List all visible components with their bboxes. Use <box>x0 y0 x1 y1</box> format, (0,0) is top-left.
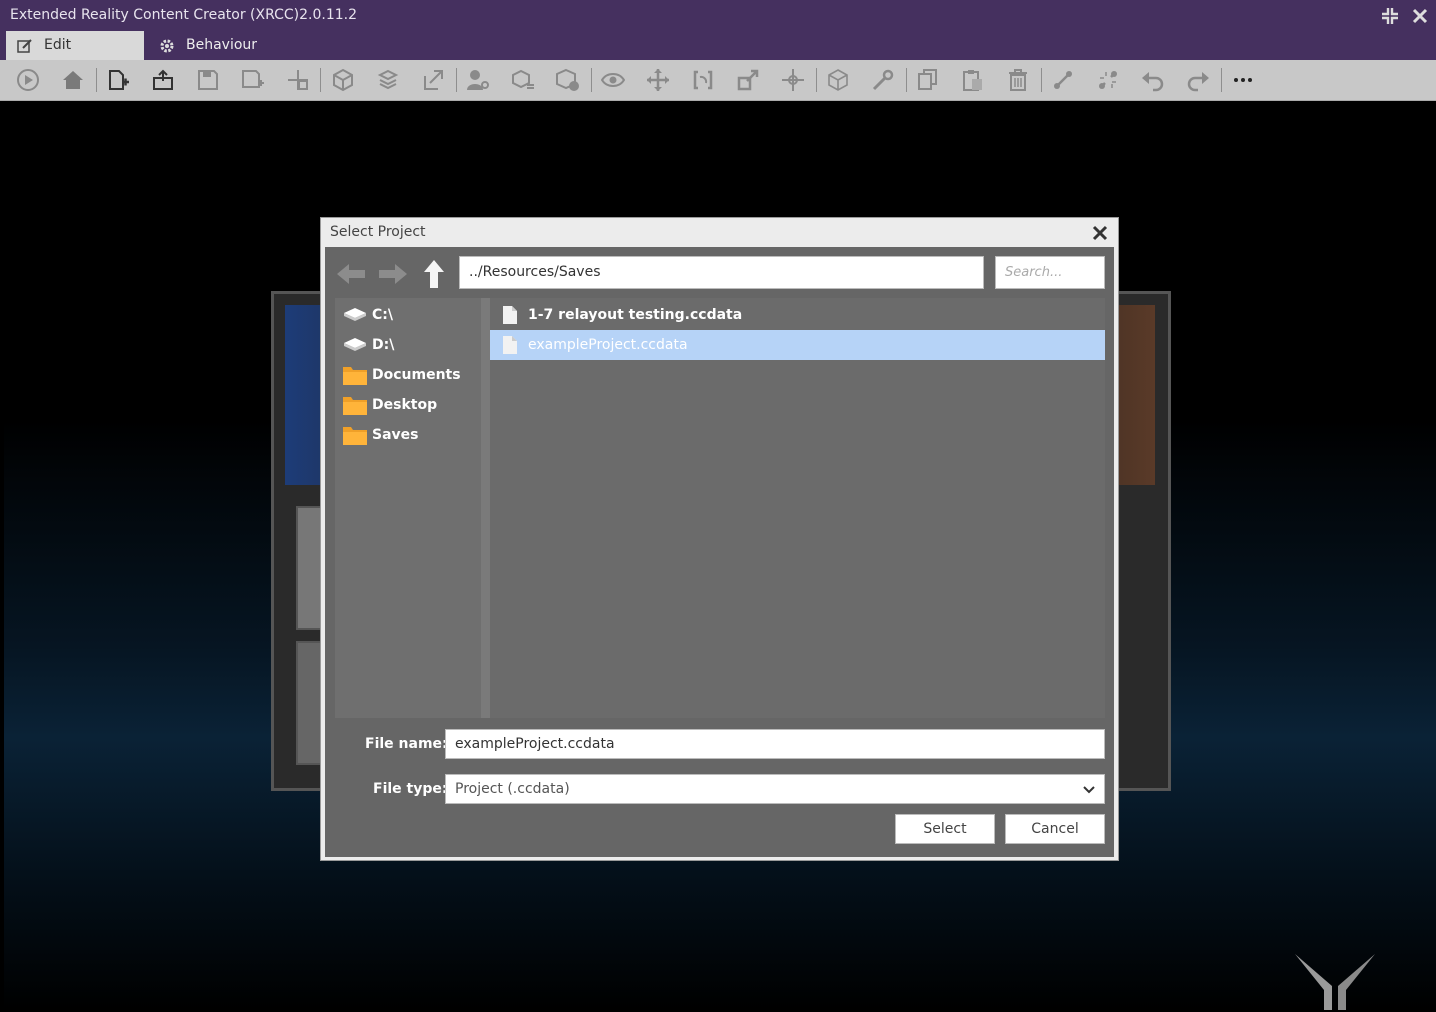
export-icon[interactable] <box>421 68 445 92</box>
forward-arrow-icon[interactable] <box>377 259 409 289</box>
folder-icon <box>343 397 367 415</box>
toolbar-separator <box>816 68 817 92</box>
gear-icon <box>160 39 174 53</box>
scale-icon[interactable] <box>736 68 760 92</box>
place-label: Desktop <box>372 397 438 413</box>
redo-icon[interactable] <box>1186 68 1210 92</box>
file-type-select[interactable]: Project (.ccdata) <box>445 774 1105 804</box>
place-item-c-drive[interactable]: C:\ <box>335 300 481 330</box>
tab-bar: Edit Behaviour <box>0 31 1436 60</box>
toolbar <box>0 60 1436 101</box>
cube-outline-icon[interactable] <box>826 68 850 92</box>
move-icon[interactable] <box>646 68 670 92</box>
place-label: Documents <box>372 367 461 383</box>
place-item-saves[interactable]: Saves <box>335 420 481 450</box>
cancel-button[interactable]: Cancel <box>1005 814 1105 844</box>
sidebar-splitter[interactable] <box>481 298 490 718</box>
select-button[interactable]: Select <box>895 814 995 844</box>
transform-icon[interactable] <box>781 68 805 92</box>
toolbar-separator <box>1221 68 1222 92</box>
file-item[interactable]: 1-7 relayout testing.ccdata <box>490 300 1105 330</box>
rotate-icon[interactable] <box>691 68 715 92</box>
place-item-desktop[interactable]: Desktop <box>335 390 481 420</box>
place-item-d-drive[interactable]: D:\ <box>335 330 481 360</box>
dialog-title: Select Project <box>330 224 426 240</box>
tab-edit[interactable]: Edit <box>6 31 144 60</box>
wrench-icon[interactable] <box>871 68 895 92</box>
toolbar-separator <box>456 68 457 92</box>
cube-stack-icon[interactable] <box>376 68 400 92</box>
file-type-value: Project (.ccdata) <box>455 781 570 797</box>
file-name: exampleProject.ccdata <box>528 337 688 353</box>
eye-icon[interactable] <box>601 68 625 92</box>
chevron-down-icon <box>1083 786 1095 794</box>
title-bar: Extended Reality Content Creator (XRCC)2… <box>0 0 1436 31</box>
play-icon[interactable] <box>16 68 40 92</box>
more-icon[interactable] <box>1231 68 1255 92</box>
dialog-body: ../Resources/Saves Search... C:\ D:\ Doc… <box>325 247 1114 857</box>
new-file-icon[interactable] <box>106 68 130 92</box>
tab-behaviour-label: Behaviour <box>186 37 258 53</box>
open-file-icon[interactable] <box>151 68 175 92</box>
toolbar-separator <box>96 68 97 92</box>
paste-icon[interactable] <box>961 68 985 92</box>
drive-icon <box>344 308 366 321</box>
file-name: 1-7 relayout testing.ccdata <box>528 307 743 323</box>
cube-add-icon[interactable] <box>556 68 580 92</box>
places-sidebar: C:\ D:\ Documents Desktop Saves <box>335 298 481 718</box>
save-icon[interactable] <box>196 68 220 92</box>
undo-icon[interactable] <box>1141 68 1165 92</box>
cube-list-icon[interactable] <box>511 68 535 92</box>
trash-icon[interactable] <box>1006 68 1030 92</box>
tab-behaviour[interactable]: Behaviour <box>148 31 288 60</box>
import-icon[interactable] <box>286 68 310 92</box>
file-name-input[interactable]: exampleProject.ccdata <box>445 729 1105 759</box>
brand-logo-icon <box>1295 954 1375 1010</box>
back-arrow-icon[interactable] <box>335 259 367 289</box>
place-label: C:\ <box>372 307 393 323</box>
file-type-label: File type: <box>373 781 448 797</box>
up-arrow-icon[interactable] <box>418 259 450 289</box>
window-title: Extended Reality Content Creator (XRCC)2… <box>10 7 358 23</box>
file-list: 1-7 relayout testing.ccdata exampleProje… <box>490 298 1105 718</box>
close-icon[interactable] <box>1090 223 1110 243</box>
drive-icon <box>344 338 366 351</box>
file-name-label: File name: <box>365 736 448 752</box>
toolbar-separator <box>906 68 907 92</box>
person-settings-icon[interactable] <box>466 68 490 92</box>
select-project-dialog: Select Project ../Resources/Saves Search… <box>320 217 1119 861</box>
path-input[interactable]: ../Resources/Saves <box>459 256 984 289</box>
file-icon <box>503 336 517 354</box>
file-item-selected[interactable]: exampleProject.ccdata <box>490 330 1105 360</box>
toolbar-separator <box>1041 68 1042 92</box>
tab-edit-label: Edit <box>44 37 72 53</box>
place-label: Saves <box>372 427 419 443</box>
copy-icon[interactable] <box>916 68 940 92</box>
file-icon <box>503 306 517 324</box>
place-label: D:\ <box>372 337 395 353</box>
cube-icon[interactable] <box>331 68 355 92</box>
search-input[interactable]: Search... <box>995 256 1105 289</box>
link-icon[interactable] <box>1051 68 1075 92</box>
folder-icon <box>343 427 367 445</box>
unlink-icon[interactable] <box>1096 68 1120 92</box>
close-icon[interactable] <box>1410 6 1430 26</box>
collapse-icon[interactable] <box>1380 6 1400 26</box>
toolbar-separator <box>591 68 592 92</box>
save-as-icon[interactable] <box>241 68 265 92</box>
home-icon[interactable] <box>61 68 85 92</box>
place-item-documents[interactable]: Documents <box>335 360 481 390</box>
edit-icon <box>17 39 32 53</box>
folder-icon <box>343 367 367 385</box>
toolbar-separator <box>320 68 321 92</box>
